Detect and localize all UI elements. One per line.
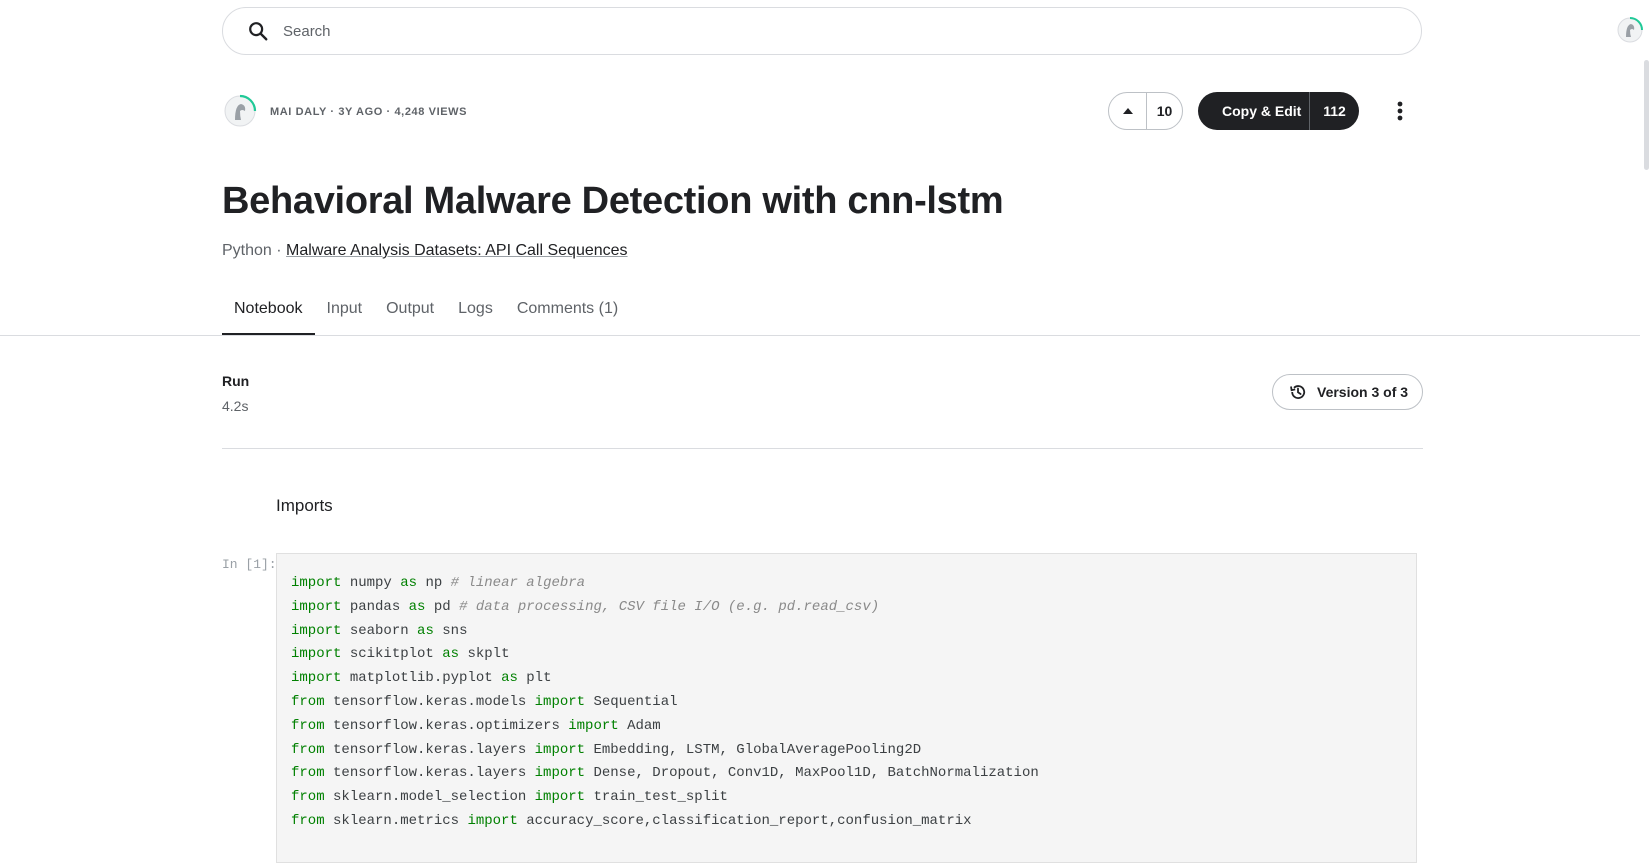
- code-line: from sklearn.model_selection import trai…: [291, 789, 728, 806]
- code-line: from tensorflow.keras.layers import Dens…: [291, 765, 1039, 782]
- code-line: import seaborn as sns: [291, 622, 468, 639]
- run-divider: [222, 448, 1423, 449]
- version-button[interactable]: Version 3 of 3: [1272, 374, 1423, 410]
- code-line: from tensorflow.keras.models import Sequ…: [291, 693, 678, 710]
- tab-input[interactable]: Input: [315, 300, 375, 336]
- more-vertical-icon[interactable]: [1390, 98, 1410, 124]
- tab-notebook[interactable]: Notebook: [222, 300, 315, 336]
- upvote-arrow[interactable]: [1109, 93, 1147, 129]
- code-line: from sklearn.metrics import accuracy_sco…: [291, 812, 972, 829]
- page-scrollbar[interactable]: [1644, 60, 1649, 170]
- code-line: import matplotlib.pyplot as plt: [291, 670, 552, 687]
- user-avatar[interactable]: [1616, 16, 1644, 44]
- tabs-divider: [0, 335, 1640, 336]
- version-label: Version 3 of 3: [1317, 384, 1409, 400]
- notebook-subtitle: Python · Malware Analysis Datasets: API …: [222, 242, 628, 260]
- code-block: import numpy as np # linear algebra impor…: [277, 554, 1416, 852]
- markdown-heading: Imports: [276, 496, 333, 515]
- copy-edit-label: Copy & Edit: [1222, 103, 1302, 119]
- tab-logs[interactable]: Logs: [446, 300, 505, 336]
- vote-count: 10: [1156, 103, 1173, 119]
- cell-prompt: In [1]:: [222, 557, 277, 572]
- dataset-link[interactable]: Malware Analysis Datasets: API Call Sequ…: [286, 242, 628, 259]
- page-title: Behavioral Malware Detection with cnn-ls…: [222, 180, 1004, 222]
- code-line: from tensorflow.keras.layers import Embe…: [291, 741, 922, 758]
- search-bar[interactable]: [222, 7, 1422, 55]
- code-line: from tensorflow.keras.optimizers import …: [291, 717, 661, 734]
- search-icon: [249, 22, 268, 41]
- upvote-button[interactable]: 10: [1108, 92, 1183, 130]
- code-cell[interactable]: import numpy as np # linear algebra impor…: [276, 553, 1417, 863]
- code-line: import pandas as pd # data processing, C…: [291, 598, 880, 615]
- upvote-arrow-icon: [1122, 108, 1133, 114]
- author-avatar[interactable]: [223, 94, 257, 128]
- copy-edit-button[interactable]: Copy & Edit 112: [1198, 92, 1359, 130]
- language-label: Python ·: [222, 242, 282, 259]
- search-input[interactable]: [281, 21, 1361, 41]
- code-line: import scikitplot as skplt: [291, 646, 510, 663]
- notebook-tabs: Notebook Input Output Logs Comments (1): [222, 300, 630, 336]
- code-line: import numpy as np # linear algebra: [291, 575, 586, 591]
- tab-comments[interactable]: Comments (1): [505, 300, 630, 336]
- tab-output[interactable]: Output: [374, 300, 446, 336]
- copy-edit-count: 112: [1323, 103, 1346, 119]
- run-time: 4.2s: [222, 398, 249, 414]
- run-label: Run: [222, 373, 250, 389]
- author-meta: MAI DALY · 3Y AGO · 4,248 VIEWS: [270, 106, 468, 118]
- history-icon: [1290, 385, 1306, 399]
